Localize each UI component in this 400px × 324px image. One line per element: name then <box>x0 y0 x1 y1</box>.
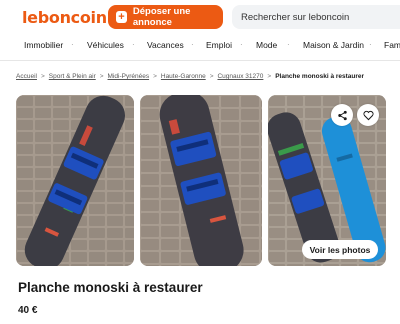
monoski-photo-2 <box>140 95 262 266</box>
header-divider <box>0 60 400 61</box>
share-icon <box>337 110 347 120</box>
nav-item-vacances[interactable]: Vacances <box>147 40 184 50</box>
nav-item-maison-jardin[interactable]: Maison & Jardin <box>303 40 364 50</box>
photo-1[interactable] <box>16 95 134 266</box>
nav-separator: · <box>287 40 290 49</box>
site-header: leboncoin + Déposer une annonce Recherch… <box>0 0 400 34</box>
nav-separator: · <box>191 40 194 49</box>
photo-2[interactable] <box>140 95 262 266</box>
breadcrumb-current: Planche monoski à restaurer <box>275 73 365 80</box>
breadcrumb-separator: > <box>267 73 272 80</box>
ad-price: 40 € <box>18 305 38 316</box>
breadcrumb-separator: > <box>153 73 157 80</box>
breadcrumb-item[interactable]: Haute-Garonne <box>161 73 206 80</box>
breadcrumb-separator: > <box>40 73 45 80</box>
breadcrumb-item[interactable]: Midi-Pyrénées <box>108 73 150 80</box>
breadcrumb-item[interactable]: Sport & Plein air <box>49 73 96 80</box>
nav-item-immobilier[interactable]: Immobilier <box>24 40 63 50</box>
breadcrumb: Accueil > Sport & Plein air > Midi-Pyrénées >… <box>16 73 364 80</box>
heart-icon <box>362 110 374 120</box>
breadcrumb-separator: > <box>99 73 104 80</box>
search-placeholder: Rechercher sur leboncoin <box>241 11 350 23</box>
post-ad-label: Déposer une annonce <box>132 6 191 28</box>
nav-item-mode[interactable]: Mode <box>256 40 277 50</box>
nav-separator: · <box>132 40 135 49</box>
nav-item-vehicules[interactable]: Véhicules <box>87 40 124 50</box>
leboncoin-logo[interactable]: leboncoin <box>22 8 107 27</box>
nav-separator: · <box>240 40 243 49</box>
post-ad-button[interactable]: + Déposer une annonce <box>108 5 223 29</box>
ad-title: Planche monoski à restaurer <box>18 280 203 295</box>
nav-item-emploi[interactable]: Emploi <box>206 40 232 50</box>
search-input[interactable]: Rechercher sur leboncoin <box>232 5 400 29</box>
breadcrumb-separator: > <box>209 73 214 80</box>
see-photos-button[interactable]: Voir les photos <box>302 240 378 259</box>
favorite-button[interactable] <box>357 104 379 126</box>
nav-item-famille[interactable]: Fami <box>384 40 400 50</box>
breadcrumb-item[interactable]: Cugnaux 31270 <box>217 73 263 80</box>
nav-separator: · <box>369 40 372 49</box>
monoski-photo-1 <box>16 95 134 266</box>
category-nav: Immobilier · Véhicules · Vacances · Empl… <box>0 40 400 54</box>
breadcrumb-item[interactable]: Accueil <box>16 73 37 80</box>
nav-separator: · <box>71 40 74 49</box>
share-button[interactable] <box>331 104 353 126</box>
plus-icon: + <box>116 11 127 23</box>
